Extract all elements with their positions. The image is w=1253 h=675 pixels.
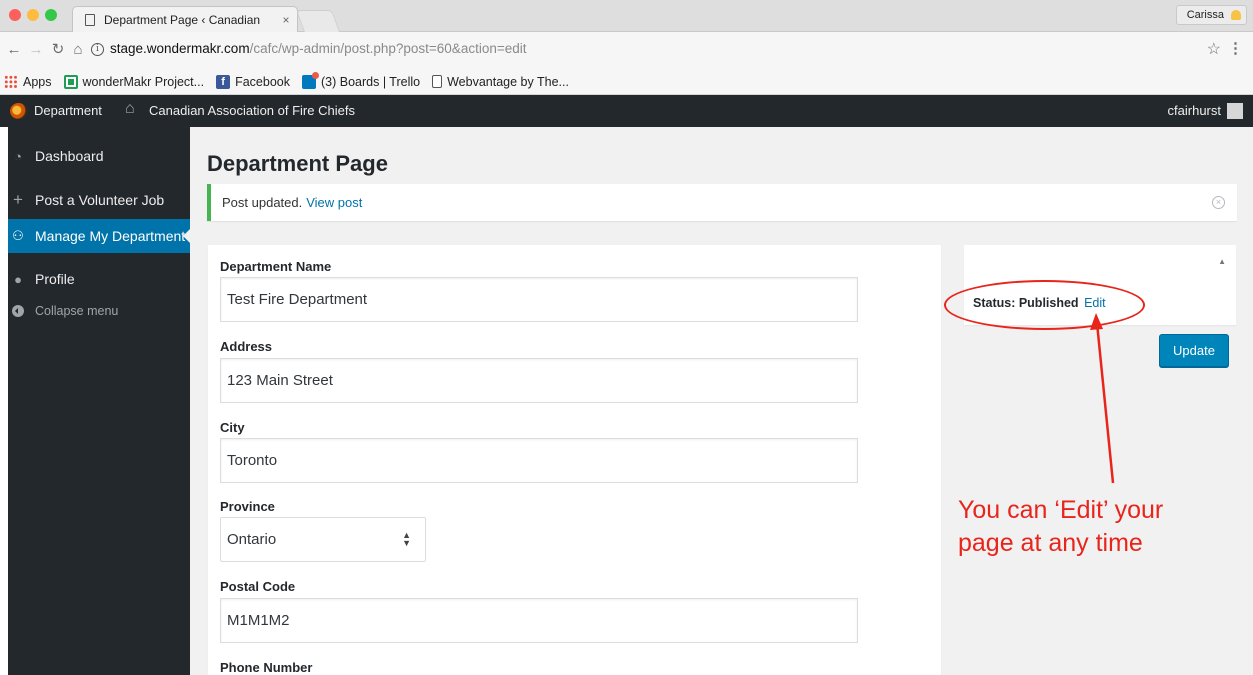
sidebar-item-profile[interactable]: ● Profile (8, 262, 190, 296)
url-host: stage.wondermakr.com (110, 41, 250, 56)
bookmark-apps[interactable]: Apps (4, 74, 52, 89)
document-icon (432, 75, 443, 88)
bookmark-star-icon[interactable]: ☆ (1207, 39, 1221, 59)
province-select[interactable]: Ontario ▲ ▼ (220, 517, 426, 562)
sidebar-item-label: Manage My Department (35, 228, 186, 244)
address-label: Address (220, 339, 273, 354)
bookmark-label: (3) Boards | Trello (320, 74, 421, 89)
phone-number-label: Phone Number (220, 660, 313, 675)
department-logo-icon[interactable] (10, 103, 27, 119)
toggle-panel-icon[interactable]: ▲ (1218, 257, 1226, 266)
admin-bar-username[interactable]: cfairhurst (1168, 103, 1221, 118)
trello-icon (301, 71, 319, 89)
url-path: /cafc/wp-admin/post.php?post=60&action=e… (249, 41, 527, 56)
window-minimize-button[interactable] (27, 9, 39, 21)
user-icon: ● (14, 271, 22, 287)
collapse-icon (12, 305, 24, 317)
department-form: Department Name Test Fire Department Add… (208, 245, 941, 675)
annotation-line-2: page at any time (958, 529, 1143, 557)
screen: Department Page ‹ Canadian × Carissa ← →… (0, 0, 1253, 675)
dismiss-notice-icon[interactable]: × (1212, 196, 1225, 209)
browser-tab-strip: Department Page ‹ Canadian × Carissa (0, 0, 1253, 32)
city-label: City (220, 420, 245, 435)
sidebar-item-post-volunteer-job[interactable]: + Post a Volunteer Job (8, 183, 190, 217)
admin-sidebar: ◔ Dashboard + Post a Volunteer Job ⚇ Man… (8, 127, 190, 675)
new-tab-button[interactable] (295, 10, 341, 32)
bookmark-label: wonderMakr Project... (82, 74, 205, 89)
bookmark-webvantage[interactable]: Webvantage by The... (432, 75, 569, 89)
update-notice: Post updated. View post × (207, 184, 1237, 221)
city-input[interactable]: Toronto (220, 438, 858, 483)
select-arrows-icon: ▲ ▼ (402, 530, 411, 548)
browser-menu-icon[interactable]: ⋮ (1228, 39, 1243, 57)
sidebar-item-label: Collapse menu (35, 304, 119, 318)
browser-toolbar: ← → ↻ ⌂ i stage.wondermakr.com/cafc/wp-a… (0, 32, 1253, 69)
bookmark-label: Apps (23, 74, 52, 89)
bookmarks-bar: Apps wonderMakr Project... f Facebook (3… (0, 69, 1253, 95)
sidebar-item-label: Post a Volunteer Job (35, 192, 165, 208)
sidebar-item-label: Profile (35, 271, 75, 287)
profile-button[interactable]: Carissa (1175, 5, 1247, 25)
profile-icon (1231, 10, 1241, 20)
department-icon: ⚇ (12, 228, 24, 243)
postal-code-input[interactable]: M1M1M2 (220, 598, 858, 643)
plus-icon: + (13, 190, 23, 209)
sidebar-item-label: Dashboard (35, 148, 104, 164)
site-info-icon[interactable]: i (91, 43, 104, 56)
home-icon[interactable]: ⌂ (68, 39, 88, 61)
main-content: Department Page Post updated. View post … (190, 127, 1253, 675)
bookmark-wondermakr[interactable]: wonderMakr Project... (63, 74, 205, 89)
department-name-input[interactable]: Test Fire Department (220, 277, 858, 322)
reload-icon[interactable]: ↻ (48, 39, 68, 61)
browser-tab-active[interactable]: Department Page ‹ Canadian × (72, 6, 298, 32)
tab-close-icon[interactable]: × (275, 13, 297, 27)
avatar[interactable] (1227, 103, 1243, 119)
admin-bar-department[interactable]: Department (34, 103, 102, 118)
address-input[interactable]: 123 Main Street (220, 358, 858, 403)
sidebar-collapse-menu[interactable]: Collapse menu (8, 294, 190, 328)
dashboard-icon: ◔ (14, 148, 22, 164)
home-icon[interactable]: ⌂ (125, 100, 135, 118)
province-selected-value: Ontario (227, 531, 277, 548)
tab-title: Department Page ‹ Canadian (104, 12, 261, 27)
wp-admin-bar: Department ⌂ Canadian Association of Fir… (0, 95, 1253, 127)
apps-grid-icon (4, 74, 18, 89)
annotation-highlight-ellipse (944, 280, 1145, 330)
annotation-text: You can ‘Edit’ your page at any time (958, 494, 1163, 560)
page-icon (85, 13, 95, 26)
bookmark-label: Facebook (235, 74, 290, 89)
department-name-label: Department Name (220, 259, 332, 274)
annotation-line-1: You can ‘Edit’ your (958, 496, 1164, 524)
bookmark-facebook[interactable]: f Facebook (216, 74, 290, 89)
spreadsheet-icon (63, 74, 78, 89)
window-close-button[interactable] (9, 9, 21, 21)
address-bar[interactable]: stage.wondermakr.com/cafc/wp-admin/post.… (110, 41, 527, 56)
sidebar-item-manage-department[interactable]: ⚇ Manage My Department (8, 219, 190, 253)
facebook-icon: f (216, 74, 231, 89)
notice-text: Post updated. (222, 195, 303, 210)
postal-code-label: Postal Code (220, 579, 296, 594)
province-label: Province (220, 499, 275, 514)
bookmark-label: Webvantage by The... (447, 74, 569, 89)
admin-bar-site-name[interactable]: Canadian Association of Fire Chiefs (149, 103, 355, 118)
forward-arrow-icon[interactable]: → (26, 39, 46, 61)
page-title: Department Page (207, 151, 388, 176)
update-button[interactable]: Update (1159, 334, 1229, 367)
sidebar-item-dashboard[interactable]: ◔ Dashboard (8, 139, 190, 173)
view-post-link[interactable]: View post (306, 195, 362, 210)
profile-name: Carissa (1186, 9, 1224, 21)
back-arrow-icon[interactable]: ← (4, 39, 24, 61)
window-zoom-button[interactable] (45, 9, 57, 21)
bookmark-trello[interactable]: (3) Boards | Trello (301, 71, 421, 89)
